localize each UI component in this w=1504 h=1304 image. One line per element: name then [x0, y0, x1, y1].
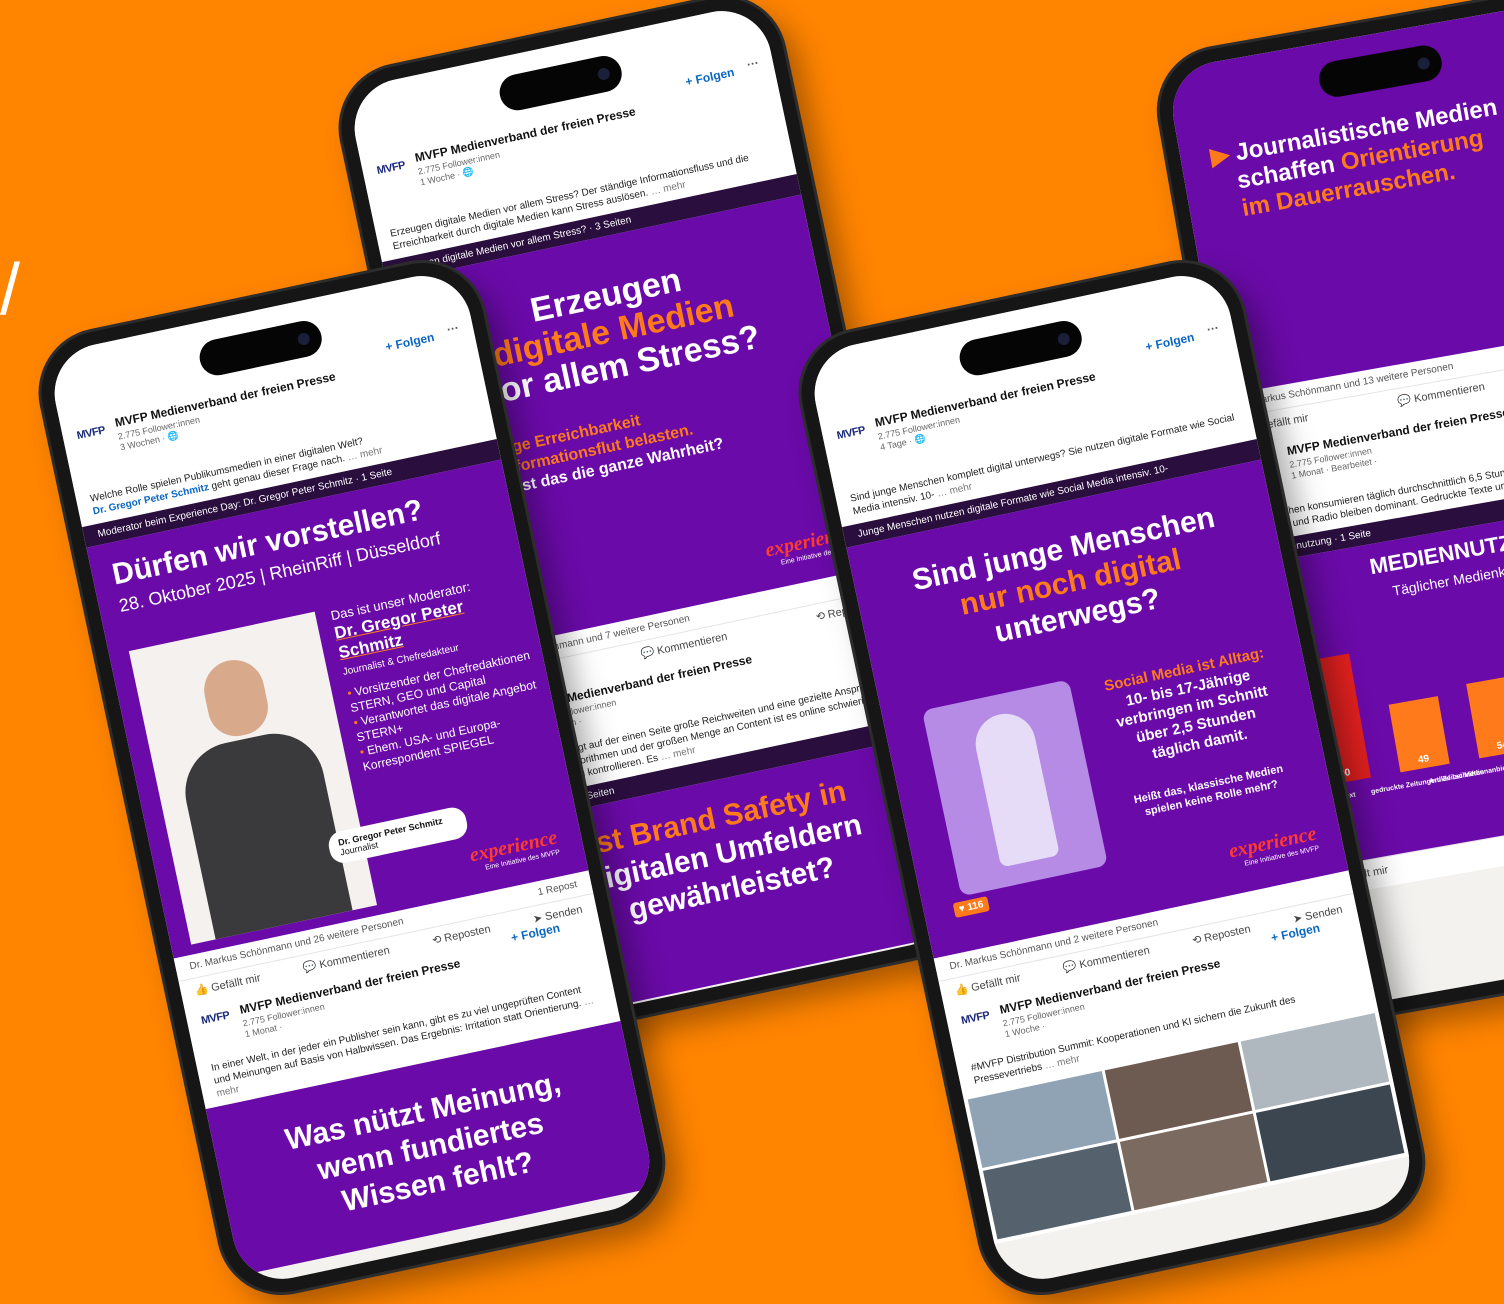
like-button[interactable]: 👍Gefällt mir: [954, 971, 1022, 998]
mvfp-logo: MVFP: [960, 1009, 991, 1028]
comment-icon: 💬: [1062, 960, 1078, 975]
slide-moderator: Dürfen wir vorstellen? 28. Oktober 2025 …: [86, 459, 589, 959]
repost-icon: ⟲: [1191, 933, 1203, 948]
repost-icon: ⟲: [814, 609, 827, 624]
illustration: ♥ 116: [921, 679, 1109, 919]
org-name[interactable]: MVFP Medienverband der freien Presse: [874, 369, 1097, 430]
like-button[interactable]: 👍Gefällt mir: [194, 971, 262, 998]
mvfp-logo: MVFP: [835, 424, 867, 443]
repost-icon: ⟲: [431, 933, 443, 948]
chart-value-label: 54: [1496, 739, 1504, 752]
more-options-icon[interactable]: ···: [1206, 321, 1221, 337]
follow-button[interactable]: + Folgen: [1144, 330, 1195, 354]
follow-button[interactable]: + Folgen: [684, 65, 735, 89]
more-options-icon[interactable]: ···: [446, 321, 461, 337]
person-body: [176, 724, 353, 940]
chart-value-label: 49: [1417, 753, 1430, 766]
comment-icon: 💬: [1396, 393, 1413, 409]
experience-logo: experience Eine Initiative des MVFP: [467, 826, 561, 872]
thumb-icon: 👍: [193, 983, 210, 998]
mvfp-logo: MVFP: [75, 424, 107, 443]
slide-junge-menschen: Sind junge Menschen nur noch digital unter…: [846, 459, 1349, 959]
org-name[interactable]: MVFP Medienverband der freien Presse: [414, 104, 637, 165]
mvfp-logo: MVFP: [200, 1009, 231, 1028]
experience-logo: experience Eine Initiative des MVFP: [1226, 822, 1320, 868]
mvfp-logo: MVFP: [375, 159, 407, 178]
more-options-icon[interactable]: ···: [746, 56, 761, 72]
thumb-icon: 👍: [953, 983, 970, 998]
repost-button[interactable]: ⟲Reposten: [1191, 922, 1252, 947]
repost-button[interactable]: ⟲Reposten: [431, 922, 492, 947]
comment-icon: 💬: [639, 646, 656, 661]
person-icon: [970, 708, 1060, 868]
slash-decoration: /: [0, 250, 21, 330]
comment-icon: 💬: [302, 960, 318, 975]
repost-count[interactable]: 1 Repost: [537, 879, 578, 898]
org-name[interactable]: MVFP Medienverband der freien Presse: [114, 369, 337, 430]
follow-button[interactable]: + Folgen: [384, 330, 435, 354]
tag-badge: ♥ 116: [952, 896, 990, 919]
person-head: [198, 654, 274, 742]
